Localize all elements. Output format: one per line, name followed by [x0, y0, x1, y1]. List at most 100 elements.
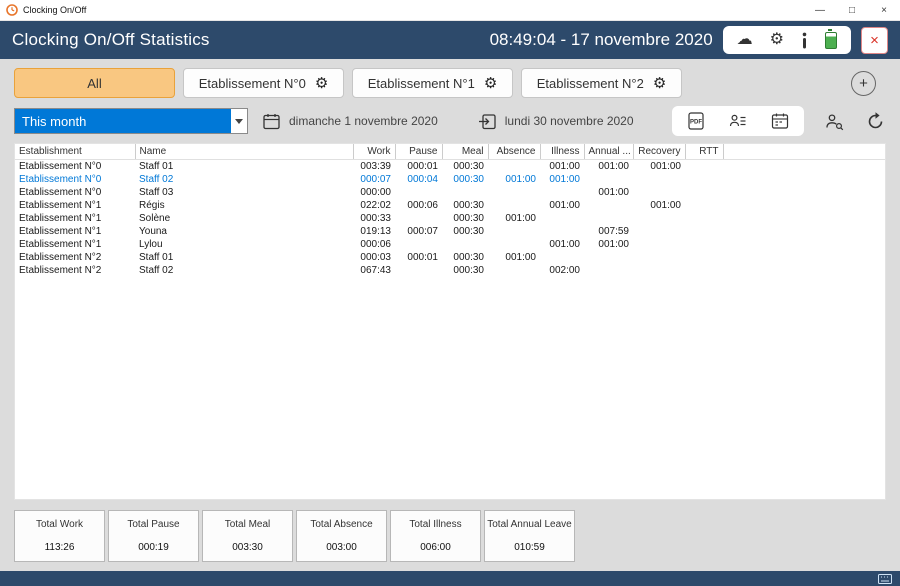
- table-row[interactable]: Etablissement N°0Staff 01003:39000:01000…: [15, 159, 885, 173]
- table-cell: [685, 225, 723, 238]
- column-header-rtt[interactable]: RTT: [685, 144, 723, 159]
- table-cell: 001:00: [633, 199, 685, 212]
- calendar-arrow-icon: [478, 112, 497, 131]
- tab-settings-gear-icon[interactable]: ⚙: [484, 74, 497, 92]
- table-row[interactable]: Etablissement N°1Solène000:33000:30001:0…: [15, 212, 885, 225]
- tab-settings-gear-icon[interactable]: ⚙: [315, 74, 328, 92]
- period-selected-value: This month: [15, 109, 231, 133]
- column-header-annual[interactable]: Annual ...: [584, 144, 633, 159]
- touch-keyboard-icon[interactable]: [878, 574, 892, 584]
- table-cell: 001:00: [488, 173, 540, 186]
- column-header-meal[interactable]: Meal: [442, 144, 488, 159]
- table-cell: Régis: [135, 199, 353, 212]
- table-cell: 000:01: [395, 159, 442, 173]
- total-value: 003:00: [326, 542, 357, 553]
- pdf-export-icon[interactable]: PDF: [686, 111, 706, 131]
- table-cell: Etablissement N°0: [15, 186, 135, 199]
- table-cell: 000:07: [353, 173, 395, 186]
- column-header-filler: [723, 144, 885, 159]
- table-cell: 001:00: [540, 173, 584, 186]
- period-dropdown[interactable]: This month: [14, 108, 248, 134]
- planning-calendar-icon[interactable]: [770, 111, 790, 131]
- column-header-illness[interactable]: Illness: [540, 144, 584, 159]
- column-header-absence[interactable]: Absence: [488, 144, 540, 159]
- tab-etablissement-2[interactable]: Etablissement N°2 ⚙: [521, 68, 682, 98]
- table-cell: [723, 199, 885, 212]
- table-cell: 000:00: [353, 186, 395, 199]
- column-header-establishment[interactable]: Establishment: [15, 144, 135, 159]
- window-maximize-button[interactable]: □: [836, 0, 868, 20]
- column-header-recovery[interactable]: Recovery: [633, 144, 685, 159]
- table-cell: Lylou: [135, 238, 353, 251]
- page-title: Clocking On/Off Statistics: [12, 30, 210, 50]
- table-cell: [685, 186, 723, 199]
- person-search-icon[interactable]: [824, 111, 845, 132]
- window-minimize-button[interactable]: —: [804, 0, 836, 20]
- window-close-button[interactable]: ×: [868, 0, 900, 20]
- table-cell: [488, 199, 540, 212]
- table-cell: Etablissement N°1: [15, 212, 135, 225]
- filter-bar: This month dimanche 1 novembre 2020 lund…: [0, 102, 900, 140]
- table-cell: 019:13: [353, 225, 395, 238]
- table-row[interactable]: Etablissement N°1Youna019:13000:07000:30…: [15, 225, 885, 238]
- refresh-icon[interactable]: [865, 111, 886, 132]
- settings-gear-icon[interactable]: ⚙: [770, 32, 784, 48]
- add-establishment-button[interactable]: +: [851, 71, 876, 96]
- chevron-down-icon[interactable]: [231, 109, 247, 133]
- table-cell: 007:59: [584, 225, 633, 238]
- svg-text:PDF: PDF: [690, 120, 702, 126]
- column-header-pause[interactable]: Pause: [395, 144, 442, 159]
- total-label: Total Meal: [225, 519, 271, 530]
- table-cell: 001:00: [540, 199, 584, 212]
- tab-etablissement-0[interactable]: Etablissement N°0 ⚙: [183, 68, 344, 98]
- table-cell: [584, 264, 633, 277]
- table-cell: [685, 251, 723, 264]
- stats-table-container[interactable]: Establishment Name Work Pause Meal Absen…: [14, 143, 886, 500]
- staff-list-icon[interactable]: [728, 111, 748, 131]
- total-pause-card: Total Pause 000:19: [108, 510, 199, 562]
- table-row[interactable]: Etablissement N°2Staff 01000:03000:01000…: [15, 251, 885, 264]
- info-icon[interactable]: [801, 32, 808, 49]
- table-cell: 000:30: [442, 159, 488, 173]
- total-illness-card: Total Illness 006:00: [390, 510, 481, 562]
- table-cell: [685, 212, 723, 225]
- table-row[interactable]: Etablissement N°1Régis022:02000:06000:30…: [15, 199, 885, 212]
- table-row[interactable]: Etablissement N°0Staff 03000:00001:00: [15, 186, 885, 199]
- table-row[interactable]: Etablissement N°2Staff 02067:43000:30002…: [15, 264, 885, 277]
- tab-label: Etablissement N°0: [199, 76, 306, 91]
- export-toolbar: PDF: [672, 106, 804, 136]
- tab-all[interactable]: All: [14, 68, 175, 98]
- end-date-picker[interactable]: lundi 30 novembre 2020: [478, 112, 634, 131]
- table-cell: [633, 238, 685, 251]
- table-cell: 000:03: [353, 251, 395, 264]
- table-cell: Staff 02: [135, 173, 353, 186]
- tab-settings-gear-icon[interactable]: ⚙: [653, 74, 666, 92]
- start-date-picker[interactable]: dimanche 1 novembre 2020: [262, 112, 438, 131]
- table-cell: [685, 159, 723, 173]
- table-cell: [488, 225, 540, 238]
- table-cell: [488, 186, 540, 199]
- table-cell: [540, 186, 584, 199]
- table-cell: [723, 212, 885, 225]
- stats-table-body: Etablissement N°0Staff 01003:39000:01000…: [15, 159, 885, 277]
- table-cell: 000:30: [442, 251, 488, 264]
- column-header-work[interactable]: Work: [353, 144, 395, 159]
- table-cell: 002:00: [540, 264, 584, 277]
- table-cell: 000:30: [442, 225, 488, 238]
- total-label: Total Pause: [127, 519, 179, 530]
- table-cell: [633, 251, 685, 264]
- total-value: 003:30: [232, 542, 263, 553]
- table-row[interactable]: Etablissement N°0Staff 02000:07000:04000…: [15, 173, 885, 186]
- tab-etablissement-1[interactable]: Etablissement N°1 ⚙: [352, 68, 513, 98]
- tab-label: Etablissement N°2: [537, 76, 644, 91]
- table-cell: 022:02: [353, 199, 395, 212]
- header-datetime: 08:49:04 - 17 novembre 2020: [490, 30, 713, 50]
- window-titlebar: Clocking On/Off — □ ×: [0, 0, 900, 21]
- table-cell: [723, 159, 885, 173]
- column-header-name[interactable]: Name: [135, 144, 353, 159]
- total-label: Total Absence: [310, 519, 372, 530]
- cloud-sync-icon[interactable]: ☁: [737, 32, 753, 48]
- app-exit-button[interactable]: ×: [861, 27, 888, 54]
- table-cell: 000:30: [442, 264, 488, 277]
- table-row[interactable]: Etablissement N°1Lylou000:06001:00001:00: [15, 238, 885, 251]
